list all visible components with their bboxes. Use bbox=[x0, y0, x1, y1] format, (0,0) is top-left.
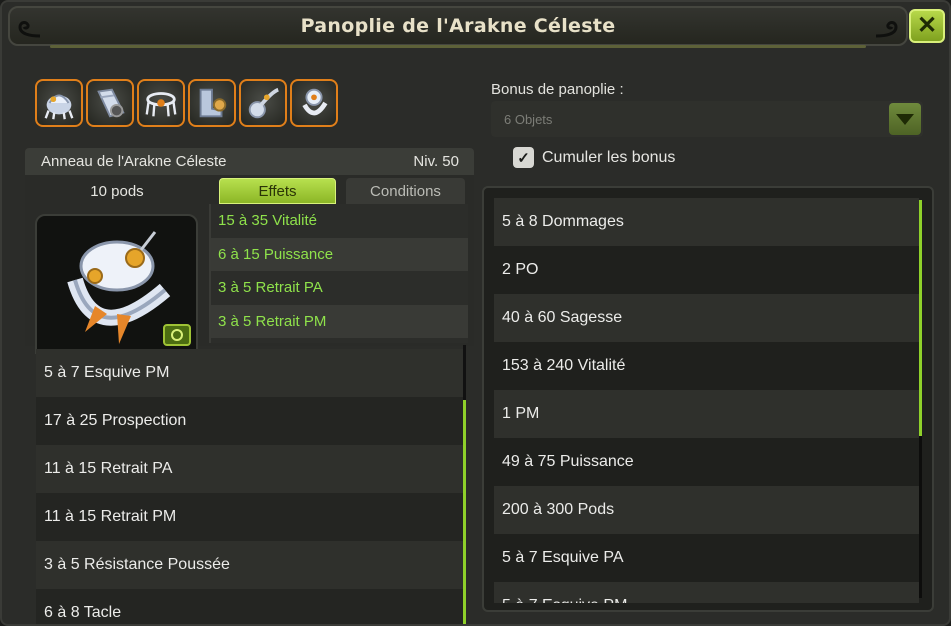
list-item: 200 à 300 Pods bbox=[494, 486, 919, 534]
dropdown-value: 6 Objets bbox=[504, 111, 553, 127]
item-slot-ring[interactable] bbox=[290, 79, 338, 127]
list-item: 11 à 15 Retrait PM bbox=[44, 508, 177, 525]
close-icon: ✕ bbox=[916, 12, 938, 39]
list-item: 11 à 15 Retrait PA bbox=[36, 445, 464, 493]
close-button[interactable]: ✕ bbox=[909, 9, 945, 43]
cape-icon bbox=[97, 88, 125, 118]
ornament-icon bbox=[875, 21, 898, 38]
left-scrollbar[interactable] bbox=[463, 345, 466, 624]
left-bonus-list: 5 à 7 Esquive PM 17 à 25 Prospection 11 … bbox=[36, 349, 464, 624]
checkbox[interactable]: ✓ bbox=[513, 147, 534, 168]
item-slot-boots[interactable] bbox=[188, 79, 236, 127]
item-slot-cape[interactable] bbox=[86, 79, 134, 127]
scrollbar-thumb[interactable] bbox=[919, 200, 922, 436]
item-type-badge[interactable] bbox=[163, 324, 191, 346]
list-item: 153 à 240 Vitalité bbox=[502, 357, 626, 374]
chevron-down-icon bbox=[896, 113, 914, 125]
set-items-row bbox=[35, 79, 338, 127]
tab-effects[interactable]: Effets bbox=[219, 178, 336, 204]
title-bar: Panoplie de l'Arakne Céleste bbox=[8, 6, 908, 48]
list-item: 40 à 60 Sagesse bbox=[494, 294, 919, 342]
dropdown-arrow-button[interactable] bbox=[889, 103, 921, 135]
list-item: 5 à 8 Dommages bbox=[494, 198, 919, 246]
list-item: 5 à 7 Esquive PM bbox=[494, 582, 919, 603]
amulet-icon bbox=[145, 92, 177, 117]
ornament-icon bbox=[18, 21, 41, 38]
hat-icon bbox=[44, 94, 74, 120]
item-header: Anneau de l'Arakne Céleste Niv. 50 bbox=[25, 148, 474, 175]
item-level: Niv. 50 bbox=[413, 153, 459, 170]
list-item: 5 à 7 Esquive PM bbox=[36, 349, 464, 397]
effect-row: 6 à 15 Puissance bbox=[211, 237, 468, 271]
set-bonus-list-frame: 5 à 8 Dommages 2 PO 40 à 60 Sagesse 153 … bbox=[482, 186, 934, 612]
list-item: 6 à 8 Tacle bbox=[44, 604, 122, 621]
effect-row: 15 à 35 Vitalité bbox=[218, 212, 317, 230]
boots-icon bbox=[199, 88, 227, 118]
list-item: 1 PM bbox=[494, 390, 919, 438]
item-slot-amulet[interactable] bbox=[137, 79, 185, 127]
item-slot-belt[interactable] bbox=[239, 79, 287, 127]
ring-type-icon bbox=[171, 329, 183, 341]
list-item: 2 PO bbox=[502, 261, 539, 278]
set-bonus-dropdown[interactable]: 6 Objets bbox=[491, 101, 923, 137]
effect-row: 3 à 5 Retrait PM bbox=[211, 304, 468, 338]
item-pods: 10 pods bbox=[90, 183, 144, 200]
list-item: 5 à 7 Esquive PA bbox=[502, 549, 624, 566]
list-item: 3 à 5 Résistance Poussée bbox=[36, 541, 464, 589]
checkbox-label: Cumuler les bonus bbox=[542, 148, 676, 166]
list-item: 17 à 25 Prospection bbox=[44, 412, 187, 429]
cumulate-bonus-toggle[interactable]: ✓ Cumuler les bonus bbox=[513, 147, 675, 168]
item-effects-list: 15 à 35 Vitalité 6 à 15 Puissance 3 à 5 … bbox=[209, 204, 468, 343]
set-window: Panoplie de l'Arakne Céleste ✕ Anneau de… bbox=[0, 0, 951, 626]
tab-conditions[interactable]: Conditions bbox=[346, 178, 465, 204]
set-bonus-list: 5 à 8 Dommages 2 PO 40 à 60 Sagesse 153 … bbox=[494, 198, 919, 603]
effect-row: 3 à 5 Retrait PA bbox=[218, 279, 323, 297]
belt-icon bbox=[248, 87, 279, 119]
ring-icon bbox=[302, 88, 328, 116]
window-title: Panoplie de l'Arakne Céleste bbox=[300, 15, 616, 37]
right-scrollbar[interactable] bbox=[919, 200, 922, 598]
list-item: 49 à 75 Puissance bbox=[502, 453, 634, 470]
set-bonus-label: Bonus de panoplie : bbox=[491, 81, 624, 98]
item-name: Anneau de l'Arakne Céleste bbox=[41, 153, 227, 170]
item-slot-hat[interactable] bbox=[35, 79, 83, 127]
scrollbar-thumb[interactable] bbox=[463, 400, 466, 624]
